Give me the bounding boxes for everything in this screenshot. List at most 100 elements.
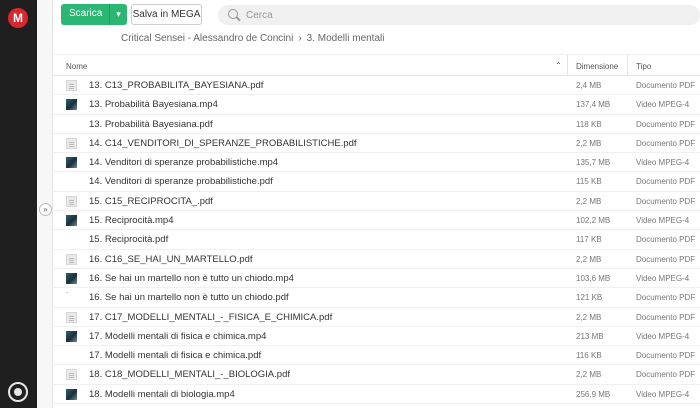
file-type: Documento PDF [636,235,696,245]
video-thumbnail-icon [66,388,77,400]
file-name: 14. Venditori di speranze probabilistich… [89,157,279,169]
table-row[interactable]: 15. Reciprocità.pdf 117 KB Documento PDF [53,230,700,250]
file-type: Documento PDF [636,293,696,303]
table-row[interactable]: 16. C16_SE_HAI_UN_MARTELLO.pdf 2,2 MB Docu… [53,250,700,269]
table-row[interactable]: 17. Modelli mentali di fisica e chimica.… [53,346,700,366]
file-name: 18. C18_MODELLI_MENTALI_-_BIOLOGIA.pdf [89,369,290,381]
file-size: 116 KB [576,351,602,361]
file-name: 13. Probabilità Bayesiana.mp4 [89,99,218,111]
file-name: 15. Reciprocità.mp4 [89,215,174,227]
table-row[interactable]: 13. C13_PROBABILITA_BAYESIANA.pdf 2,4 MB D… [53,76,700,96]
table-row[interactable]: 14. Venditori di speranze probabilistich… [53,153,700,173]
pdf-file-icon [66,137,77,149]
column-header-type[interactable]: Tipo [636,62,651,71]
file-size: 115 KB [576,177,602,187]
file-icon [66,234,77,245]
sort-ascending-icon[interactable]: ⌃ [555,61,562,70]
table-row[interactable]: 14. Venditori di speranze probabilistich… [53,172,700,192]
file-name: 17. Modelli mentali di fisica e chimica.… [89,330,267,342]
file-name: 16. Se hai un martello non è tutto un ch… [89,272,294,284]
file-size: 135,7 MB [576,158,611,168]
file-name: 18. Modelli mentali di biologia.mp4 [89,388,235,400]
table-row[interactable]: 15. Reciprocità.mp4 102,2 MB Video MPEG-4 [53,211,700,231]
file-type: Video MPEG-4 [636,216,690,226]
file-type: Video MPEG-4 [636,158,690,168]
pdf-file-icon [66,195,77,207]
save-to-mega-button[interactable]: Salva in MEGA [131,4,202,25]
file-name: 15. Reciprocità.pdf [89,234,169,246]
breadcrumb-parent[interactable]: Critical Sensei - Alessandro de Concini [121,33,293,44]
pdf-file-icon [66,253,77,265]
video-thumbnail-icon [66,157,77,169]
video-thumbnail-icon [66,330,77,342]
file-name: 16. C16_SE_HAI_UN_MARTELLO.pdf [89,253,253,265]
file-type: Video MPEG-4 [636,331,690,341]
breadcrumb-current[interactable]: 3. Modelli mentali [307,33,385,44]
table-row[interactable]: 14. C14_VENDITORI_DI_SPERANZE_PROBABILIS… [53,134,700,154]
table-row[interactable]: 16. Se hai un martello non è tutto un ch… [53,288,700,308]
file-name: 13. Probabilità Bayesiana.pdf [89,118,213,130]
file-size: 2,2 MB [576,312,602,322]
download-label: Scarica [69,8,103,19]
breadcrumb: Critical Sensei - Alessandro de Concini ›… [121,33,384,44]
column-divider [567,55,568,76]
file-type: Documento PDF [636,312,696,322]
file-name: 15. C15_RECIPROCITA_.pdf [89,195,213,207]
file-icon [66,176,77,187]
file-size: 256,9 MB [576,389,611,399]
table-header: Nome ⌃ Dimensione Tipo [53,54,700,76]
file-type: Documento PDF [636,196,696,206]
column-header-name[interactable]: Nome [66,62,87,71]
file-type: Documento PDF [636,351,696,361]
table-row[interactable]: 18. C18_MODELLI_MENTALI_-_BIOLOGIA.pdf 2,… [53,365,700,385]
video-thumbnail-icon [66,99,77,111]
file-name: 14. C14_VENDITORI_DI_SPERANZE_PROBABILIS… [89,137,357,149]
table-row[interactable]: 15. C15_RECIPROCITA_.pdf 2,2 MB Documento … [53,192,700,212]
file-name: 14. Venditori di speranze probabilistich… [89,176,273,188]
file-type: Video MPEG-4 [636,100,690,110]
pdf-file-icon [66,80,77,91]
file-type: Video MPEG-4 [636,273,690,283]
file-name: 17. C17_MODELLI_MENTALI_-_FISICA_E_CHIMI… [89,311,333,323]
pdf-file-icon [66,369,77,381]
file-name: 17. Modelli mentali di fisica e chimica.… [89,350,262,362]
file-type: Documento PDF [636,119,696,129]
left-sidebar: M [0,0,37,408]
file-type: Documento PDF [636,177,696,187]
file-size: 2,2 MB [576,196,602,206]
table-body: 13. C13_PROBABILITA_BAYESIANA.pdf 2,4 MB D… [53,76,700,405]
file-size: 2,2 MB [576,254,602,264]
table-row[interactable]: 13. Probabilità Bayesiana.mp4 137,4 MB Vid… [53,95,700,115]
chevron-down-icon[interactable]: ▾ [109,4,127,25]
column-header-size[interactable]: Dimensione [576,62,618,71]
file-name: 16. Se hai un martello non è tutto un ch… [89,292,289,304]
download-button[interactable]: Scarica ▾ [61,4,127,25]
column-divider [627,55,628,76]
file-size: 121 KB [576,293,603,303]
table-row[interactable]: 17. C17_MODELLI_MENTALI_-_FISICA_E_CHIMI… [53,308,700,327]
table-row[interactable]: 16. Se hai un martello non è tutto un ch… [53,269,700,289]
file-icon [66,292,77,303]
file-type: Documento PDF [636,81,696,90]
table-row[interactable]: 18. Modelli mentali di biologia.mp4 256,9… [53,385,700,405]
file-icon [66,119,77,130]
transfer-status-icon[interactable] [8,382,28,402]
file-size: 103,6 MB [576,273,611,283]
mega-logo-icon[interactable]: M [8,8,28,28]
table-row[interactable]: 17. Modelli mentali di fisica e chimica.… [53,327,700,347]
search-bar [218,5,700,25]
file-size: 213 MB [576,331,604,341]
file-table: Nome ⌃ Dimensione Tipo 13. C13_PROBABILI… [53,54,700,405]
file-size: 2,4 MB [576,81,602,90]
video-thumbnail-icon [66,272,77,284]
file-size: 117 KB [576,235,602,245]
file-size: 2,2 MB [576,370,602,380]
pdf-file-icon [66,311,77,323]
file-size: 102,2 MB [576,216,611,226]
expand-panel-icon[interactable]: » [39,203,52,216]
file-type: Documento PDF [636,254,696,264]
file-type: Video MPEG-4 [636,389,690,399]
search-input[interactable] [246,5,686,25]
table-row[interactable]: 13. Probabilità Bayesiana.pdf 118 KB Docum… [53,115,700,134]
toolbar: Scarica ▾ Salva in MEGA [53,0,700,32]
